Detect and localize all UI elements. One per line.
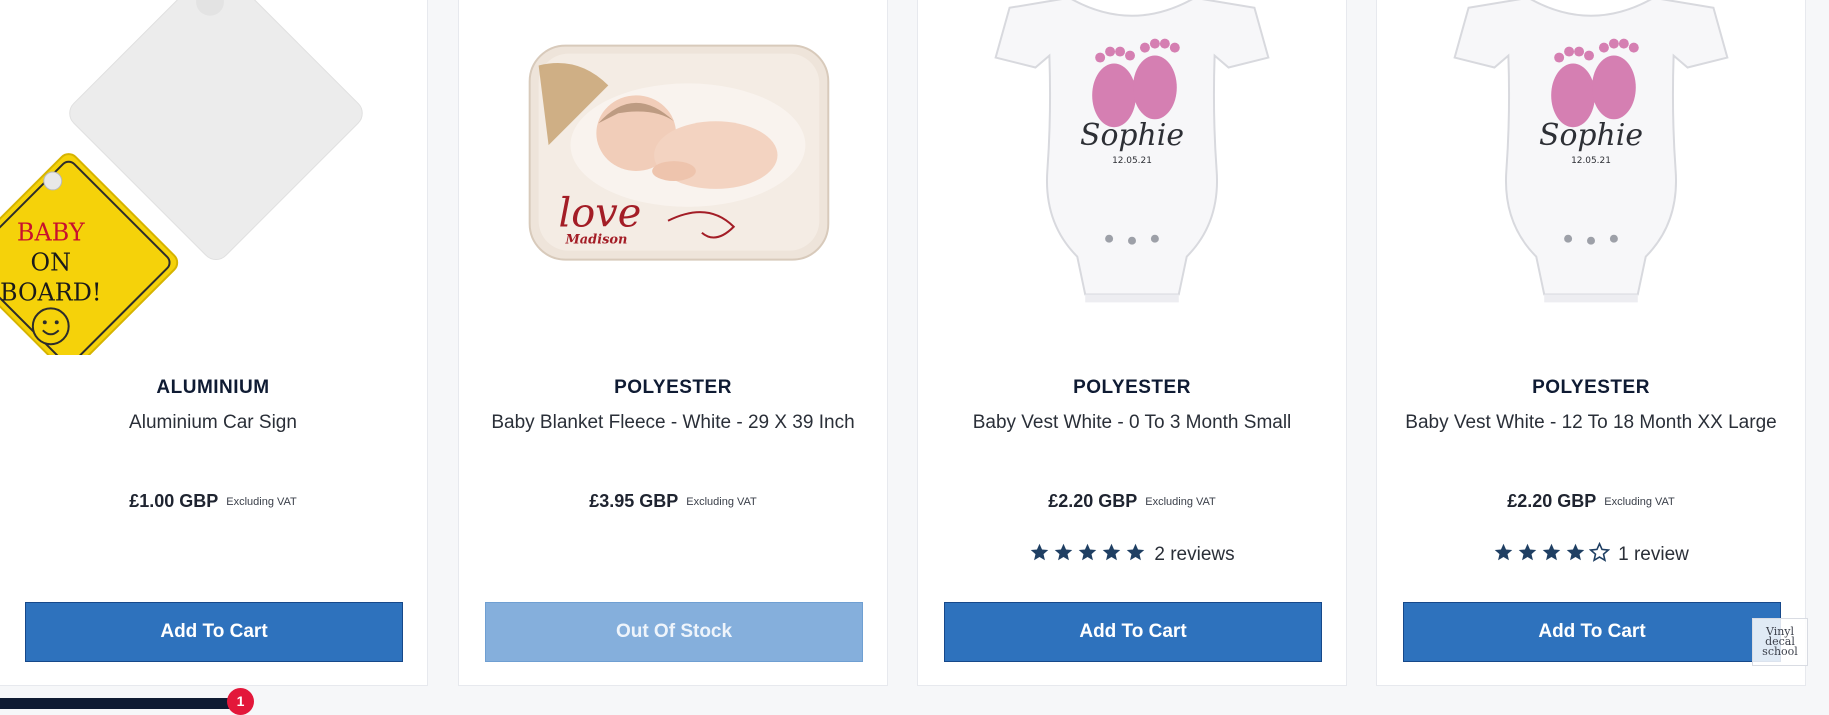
svg-text:Madison: Madison: [565, 233, 628, 248]
product-rating[interactable]: 1 review: [1377, 542, 1805, 566]
star-filled-icon: [1103, 543, 1121, 561]
product-material: POLYESTER: [614, 377, 732, 398]
product-price: £2.20 GBP: [1507, 491, 1597, 511]
add-to-cart-button[interactable]: Add To Cart: [25, 602, 403, 662]
star-filled-icon: [1566, 543, 1585, 561]
notification-badge[interactable]: 1: [227, 688, 254, 715]
product-image[interactable]: Sophie 12.05.21: [918, 0, 1346, 355]
svg-text:BABY: BABY: [17, 219, 85, 247]
star-filled-icon: [1031, 543, 1049, 561]
star-filled-icon: [1494, 543, 1513, 561]
star-filled-icon: [1518, 543, 1537, 561]
vat-note: Excluding VAT: [1145, 496, 1216, 508]
product-grid: BABY ON BOARD! ALUMINIUM Aluminium Car S…: [0, 0, 1829, 709]
review-count[interactable]: 1 review: [1618, 544, 1689, 565]
product-card[interactable]: BABY ON BOARD! ALUMINIUM Aluminium Car S…: [0, 0, 428, 686]
price-row: £2.20 GBP Excluding VAT: [1377, 491, 1805, 512]
star-empty-icon: [1589, 542, 1611, 562]
vat-note: Excluding VAT: [1604, 496, 1675, 508]
svg-text:12.05.21: 12.05.21: [1571, 156, 1611, 166]
svg-text:BOARD!: BOARD!: [0, 278, 102, 306]
review-count[interactable]: 2 reviews: [1154, 544, 1234, 565]
svg-text:Sophie: Sophie: [1080, 118, 1184, 153]
svg-text:Sophie: Sophie: [1539, 118, 1643, 153]
star-filled-icon: [1542, 543, 1561, 561]
chat-launcher-bar[interactable]: [0, 698, 240, 709]
product-title[interactable]: Aluminium Car Sign: [0, 412, 427, 434]
baby-blanket-image: love Madison: [459, 0, 887, 355]
star-filled-icon: [1079, 543, 1097, 561]
product-material: POLYESTER: [1073, 377, 1191, 398]
star-filled-icon: [1055, 543, 1073, 561]
product-image[interactable]: love Madison: [459, 0, 887, 355]
product-image[interactable]: Sophie 12.05.21: [1377, 0, 1805, 355]
baby-vest-image: Sophie 12.05.21: [1377, 0, 1805, 355]
product-card[interactable]: love Madison POLYESTER Baby Blanket Flee…: [458, 0, 888, 686]
product-rating[interactable]: 2 reviews: [918, 542, 1346, 566]
price-row: £1.00 GBP Excluding VAT: [0, 491, 427, 512]
vat-note: Excluding VAT: [226, 496, 297, 508]
price-row: £3.95 GBP Excluding VAT: [459, 491, 887, 512]
product-title[interactable]: Baby Vest White - 12 To 18 Month XX Larg…: [1377, 412, 1805, 434]
vat-note: Excluding VAT: [686, 496, 757, 508]
out-of-stock-button[interactable]: Out Of Stock: [485, 602, 863, 662]
star-filled-icon: [1127, 543, 1145, 561]
svg-text:ON: ON: [31, 249, 71, 277]
product-card[interactable]: Sophie 12.05.21 POLYESTER Baby Vest Whit…: [1376, 0, 1806, 686]
svg-text:12.05.21: 12.05.21: [1112, 156, 1152, 166]
baby-vest-image: Sophie 12.05.21: [918, 0, 1346, 355]
product-card[interactable]: Sophie 12.05.21 POLYESTER Baby Vest Whit…: [917, 0, 1347, 686]
watermark-line: school: [1762, 645, 1798, 658]
product-material: ALUMINIUM: [156, 377, 270, 398]
product-price: £1.00 GBP: [129, 491, 219, 511]
add-to-cart-button[interactable]: Add To Cart: [1403, 602, 1781, 662]
car-sign-image: BABY ON BOARD!: [0, 0, 427, 355]
product-title[interactable]: Baby Vest White - 0 To 3 Month Small: [918, 412, 1346, 434]
add-to-cart-button[interactable]: Add To Cart: [944, 602, 1322, 662]
product-material: POLYESTER: [1532, 377, 1650, 398]
product-title[interactable]: Baby Blanket Fleece - White - 29 X 39 In…: [459, 412, 887, 434]
product-price: £3.95 GBP: [589, 491, 679, 511]
svg-text:love: love: [559, 191, 642, 237]
product-image[interactable]: BABY ON BOARD!: [0, 0, 427, 355]
product-price: £2.20 GBP: [1048, 491, 1138, 511]
watermark-logo: Vinyl decal school: [1752, 618, 1808, 666]
price-row: £2.20 GBP Excluding VAT: [918, 491, 1346, 512]
